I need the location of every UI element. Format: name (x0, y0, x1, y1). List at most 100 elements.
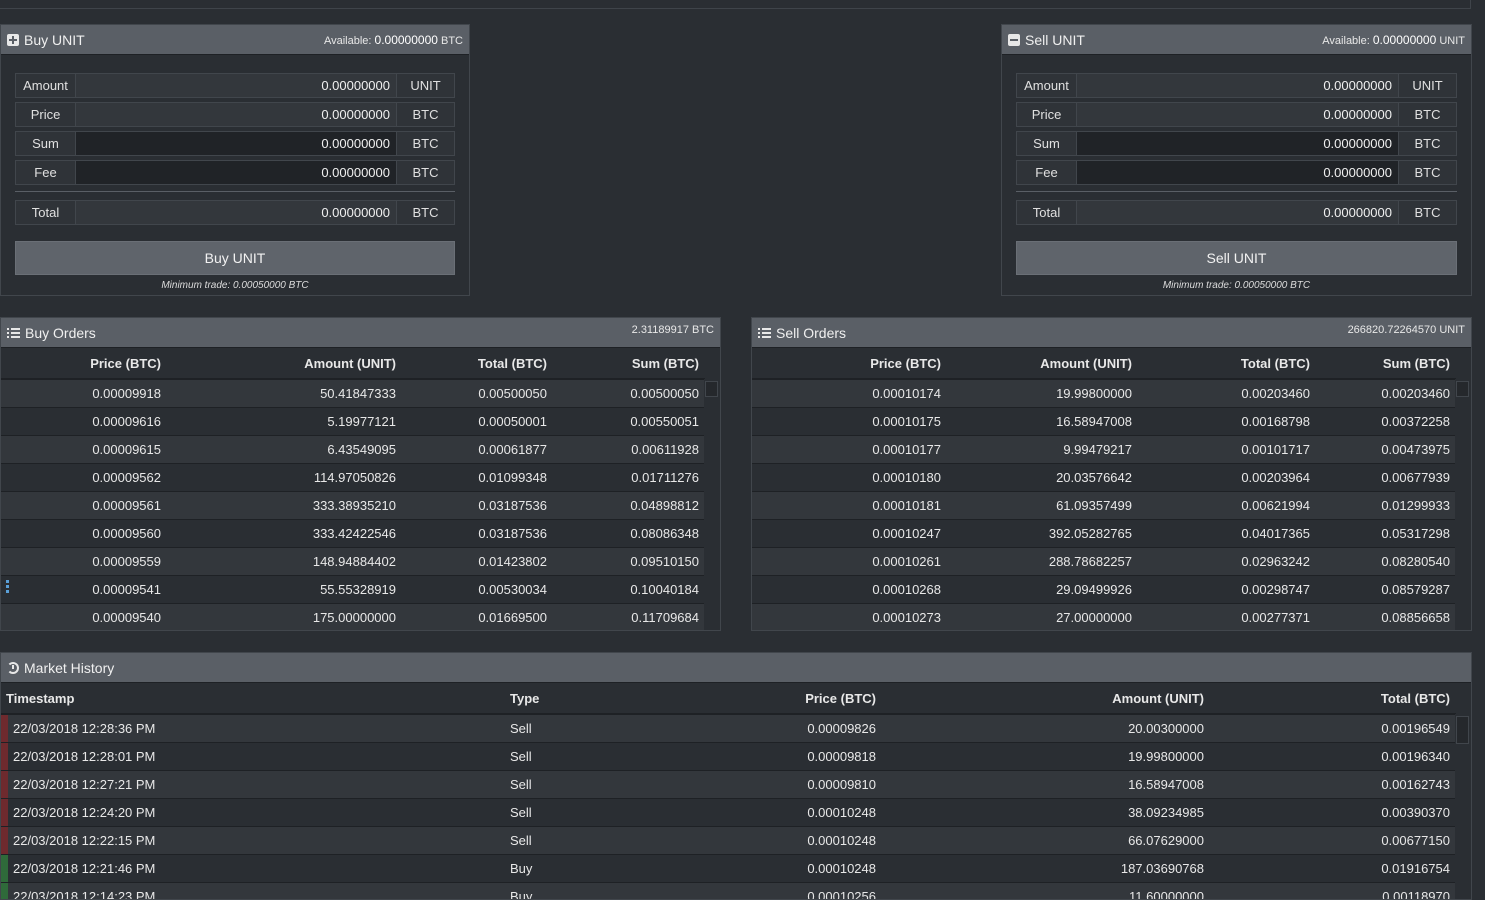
timestamp-cell: 22/03/2018 12:28:36 PM (1, 714, 510, 743)
table-row[interactable]: 0.00010261 288.78682257 0.02963242 0.082805… (752, 547, 1456, 576)
buy-price-unit: BTC (396, 103, 454, 126)
table-row[interactable]: 0.00010268 29.09499926 0.00298747 0.0857928… (752, 575, 1456, 604)
table-row[interactable]: 0.00009918 50.41847333 0.00500050 0.0050005… (1, 379, 705, 408)
amount-cell: 55.55328919 (167, 575, 402, 604)
drag-handle-icon[interactable] (6, 580, 9, 594)
col-sum[interactable]: Sum (BTC) (553, 349, 705, 379)
buy-total-row: Total 0.00000000 BTC (15, 200, 455, 225)
sell-form-header: Sell UNIT Available: 0.00000000 UNIT (1002, 25, 1471, 55)
sum-cell: 0.08086348 (553, 519, 705, 548)
timestamp-cell: 22/03/2018 12:14:23 PM (1, 882, 510, 899)
buy-orders-scrollbar[interactable] (704, 379, 719, 630)
total-cell: 0.00168798 (1138, 407, 1316, 436)
sell-amount-row: Amount 0.00000000 UNIT (1016, 73, 1457, 98)
table-row[interactable]: 0.00009541 55.55328919 0.00530034 0.1004018… (1, 575, 705, 604)
sell-orders-scrollbar[interactable] (1455, 379, 1470, 630)
buy-sum-field: 0.00000000 (76, 132, 396, 155)
divider (15, 191, 455, 192)
sell-unit-button[interactable]: Sell UNIT (1016, 241, 1457, 275)
table-row[interactable]: 0.00010273 27.00000000 0.00277371 0.0885665… (752, 603, 1456, 630)
history-icon (7, 661, 19, 674)
table-row[interactable]: 0.00009559 148.94884402 0.01423802 0.095101… (1, 547, 705, 576)
col-total[interactable]: Total (BTC) (402, 349, 553, 379)
scrollbar-thumb[interactable] (1456, 716, 1469, 744)
table-row[interactable]: 22/03/2018 12:22:15 PM Sell 0.00010248 66.0… (1, 826, 1456, 855)
buy-form-panel: Buy UNIT Available: 0.00000000 BTC Amoun… (0, 24, 470, 296)
price-cell: 0.00010174 (752, 379, 947, 408)
market-history-header: Market History (1, 653, 1471, 683)
sum-cell: 0.05317298 (1316, 519, 1456, 548)
buy-form: Amount 0.00000000 UNIT Price 0.00000000 … (15, 73, 455, 229)
table-row[interactable]: 22/03/2018 12:28:36 PM Sell 0.00009826 20.0… (1, 714, 1456, 743)
scrollbar-thumb[interactable] (1456, 381, 1469, 397)
sell-orders-table: Price (BTC) Amount (UNIT) Total (BTC) Su… (752, 349, 1456, 630)
table-row[interactable]: 0.00009540 175.00000000 0.01669500 0.117096… (1, 603, 705, 630)
total-cell: 0.00061877 (402, 435, 553, 464)
table-row[interactable]: 22/03/2018 12:24:20 PM Sell 0.00010248 38.0… (1, 798, 1456, 827)
col-price[interactable]: Price (BTC) (1, 349, 167, 379)
buy-orders-rows: 0.00009918 50.41847333 0.00500050 0.0050005… (1, 379, 705, 630)
table-row[interactable]: 0.00010177 9.99479217 0.00101717 0.00473975 (752, 435, 1456, 464)
table-row[interactable]: 22/03/2018 12:21:46 PM Buy 0.00010248 187.0… (1, 854, 1456, 883)
amount-cell: 20.03576642 (947, 463, 1138, 492)
table-row[interactable]: 0.00010247 392.05282765 0.04017365 0.053172… (752, 519, 1456, 548)
col-amount[interactable]: Amount (UNIT) (947, 349, 1138, 379)
buy-unit-button[interactable]: Buy UNIT (15, 241, 455, 275)
sell-total-input[interactable]: 0.00000000 (1077, 201, 1398, 224)
trade-type-marker (1, 854, 8, 882)
type-cell: Sell (510, 770, 710, 799)
buy-available-value[interactable]: 0.00000000 (375, 33, 438, 47)
table-row[interactable]: 0.00009561 333.38935210 0.03187536 0.048988… (1, 491, 705, 520)
price-cell: 0.00009616 (1, 407, 167, 436)
table-row[interactable]: 0.00010175 16.58947008 0.00168798 0.0037225… (752, 407, 1456, 436)
sell-available-value[interactable]: 0.00000000 (1373, 33, 1436, 47)
buy-orders-title: Buy Orders (25, 324, 96, 341)
amount-cell: 288.78682257 (947, 547, 1138, 576)
table-row[interactable]: 0.00010181 61.09357499 0.00621994 0.0129993… (752, 491, 1456, 520)
col-total[interactable]: Total (BTC) (1210, 684, 1456, 714)
col-timestamp[interactable]: Timestamp (1, 684, 510, 714)
amount-cell: 66.07629000 (882, 826, 1210, 855)
col-price[interactable]: Price (BTC) (710, 684, 882, 714)
buy-price-input[interactable]: 0.00000000 (76, 103, 396, 126)
sum-cell: 0.00550051 (553, 407, 705, 436)
minus-square-icon[interactable] (1008, 33, 1020, 46)
amount-cell: 9.99479217 (947, 435, 1138, 464)
col-amount[interactable]: Amount (UNIT) (882, 684, 1210, 714)
sell-price-input[interactable]: 0.00000000 (1077, 103, 1398, 126)
total-cell: 0.00390370 (1210, 798, 1456, 827)
col-amount[interactable]: Amount (UNIT) (167, 349, 402, 379)
buy-fee-label: Fee (16, 161, 76, 184)
col-sum[interactable]: Sum (BTC) (1316, 349, 1456, 379)
table-row[interactable]: 0.00009616 5.19977121 0.00050001 0.00550051 (1, 407, 705, 436)
total-cell: 0.03187536 (402, 491, 553, 520)
table-row[interactable]: 22/03/2018 12:14:23 PM Buy 0.00010256 11.60… (1, 882, 1456, 899)
buy-amount-label: Amount (16, 74, 76, 97)
price-cell: 0.00010181 (752, 491, 947, 520)
scrollbar-thumb[interactable] (705, 381, 718, 397)
table-row[interactable]: 0.00010180 20.03576642 0.00203964 0.0067793… (752, 463, 1456, 492)
table-row[interactable]: 22/03/2018 12:27:21 PM Sell 0.00009810 16.5… (1, 770, 1456, 799)
col-type[interactable]: Type (510, 684, 710, 714)
amount-cell: 19.99800000 (947, 379, 1138, 408)
amount-cell: 175.00000000 (167, 603, 402, 630)
buy-amount-input[interactable]: 0.00000000 (76, 74, 396, 97)
price-cell: 0.00010256 (710, 882, 882, 899)
timestamp-text: 22/03/2018 12:27:21 PM (13, 776, 156, 792)
table-row[interactable]: 0.00009560 333.42422546 0.03187536 0.080863… (1, 519, 705, 548)
table-row[interactable]: 22/03/2018 12:28:01 PM Sell 0.00009818 19.9… (1, 742, 1456, 771)
table-row[interactable]: 0.00009615 6.43549095 0.00061877 0.00611928 (1, 435, 705, 464)
sell-orders-header: Sell Orders 266820.72264570 UNIT (752, 318, 1471, 348)
market-history-scrollbar[interactable] (1455, 714, 1470, 899)
price-cell: 0.00010248 (710, 854, 882, 883)
amount-cell: 148.94884402 (167, 547, 402, 576)
col-price[interactable]: Price (BTC) (752, 349, 947, 379)
col-total[interactable]: Total (BTC) (1138, 349, 1316, 379)
sell-amount-input[interactable]: 0.00000000 (1077, 74, 1398, 97)
total-cell: 0.00203460 (1138, 379, 1316, 408)
buy-orders-summary: 2.31189917 BTC (631, 323, 714, 336)
table-row[interactable]: 0.00010174 19.99800000 0.00203460 0.0020346… (752, 379, 1456, 408)
table-row[interactable]: 0.00009562 114.97050826 0.01099348 0.017112… (1, 463, 705, 492)
buy-total-input[interactable]: 0.00000000 (76, 201, 396, 224)
plus-square-icon[interactable] (7, 33, 19, 46)
